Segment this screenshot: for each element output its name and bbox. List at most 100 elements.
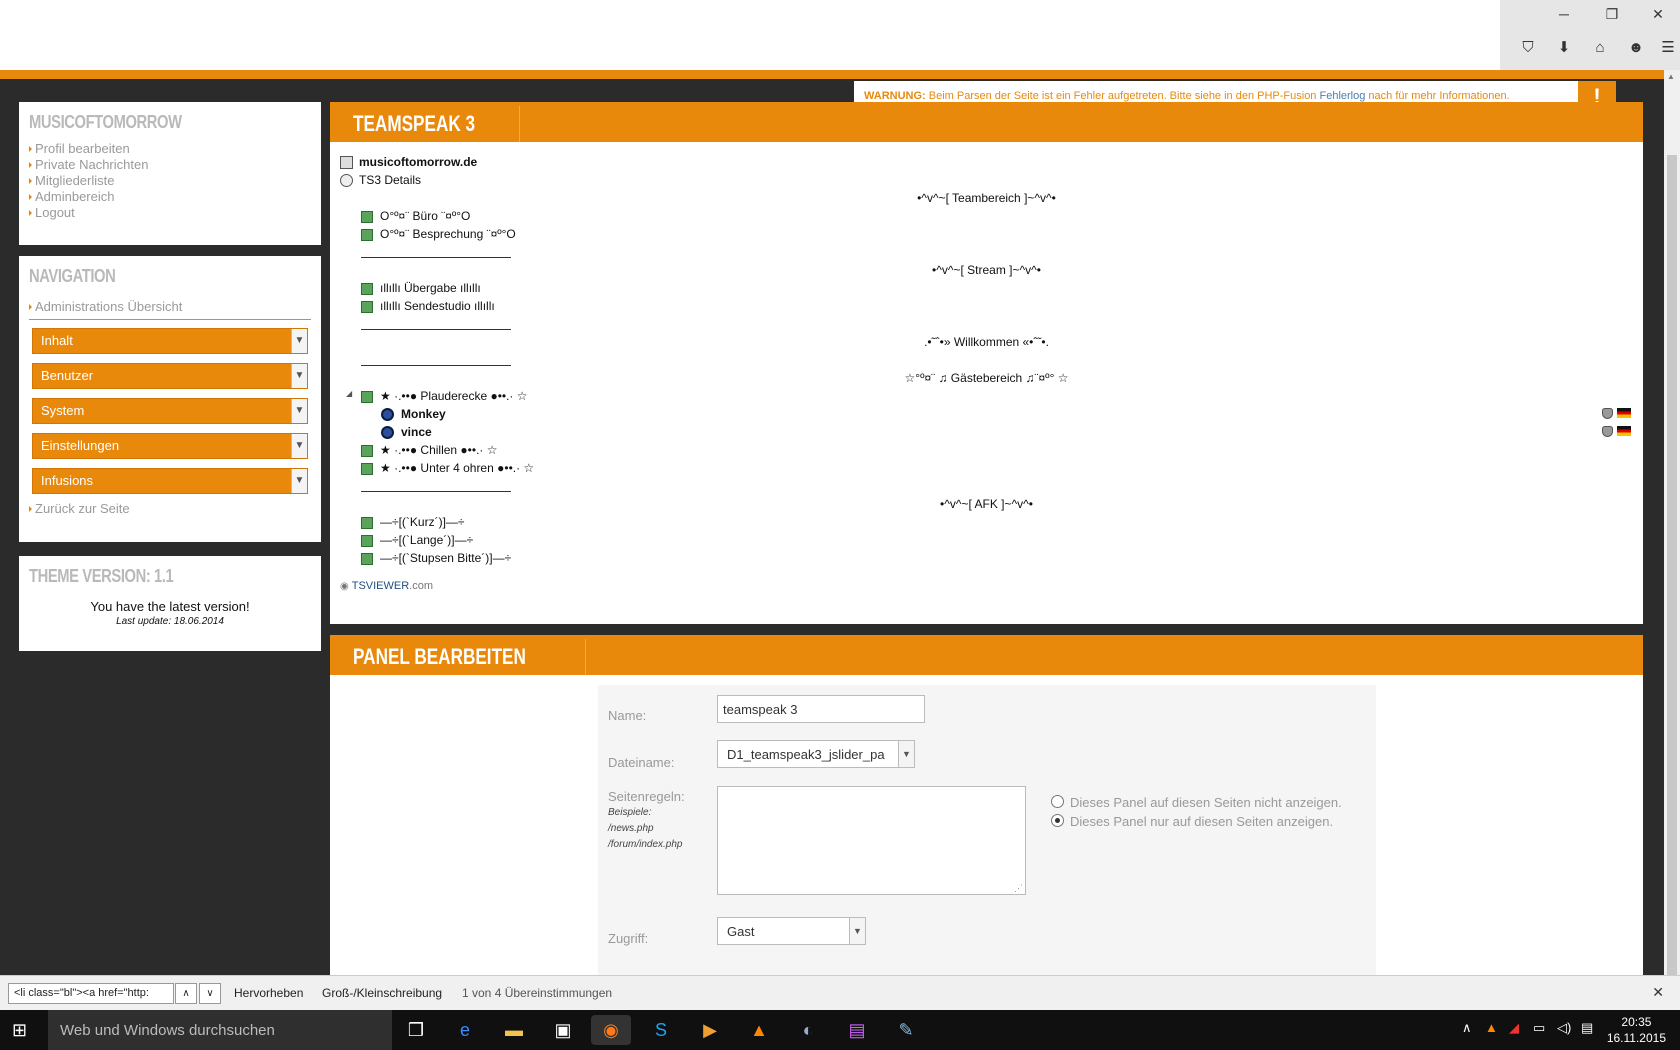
link-profile-edit[interactable]: Profil bearbeiten — [29, 141, 311, 157]
dropdown-inhalt[interactable]: Inhalt ▼ — [32, 328, 308, 354]
channel-icon — [361, 210, 373, 223]
link-admin-overview[interactable]: Administrations Übersicht — [29, 299, 311, 320]
match-count: 1 von 4 Übereinstimmungen — [462, 986, 613, 1000]
chevron-down-icon: ▼ — [291, 364, 307, 388]
link-private-messages[interactable]: Private Nachrichten — [29, 157, 311, 173]
warning-suffix: nach für mehr Informationen. — [1368, 90, 1510, 102]
browser-toolbar-right: ─ ❐ ✕ ⛉ ⬇ ⌂ ☻ ☰ — [1500, 0, 1680, 70]
channel-row[interactable]: O°º¤¨ Büro ¨¤º°O — [361, 209, 470, 223]
tsviewer-logo-icon: ◉ — [340, 581, 349, 592]
channel-row[interactable]: O°º¤¨ Besprechung ¨¤º°O — [361, 227, 516, 241]
scrollbar-thumb[interactable] — [1667, 155, 1677, 975]
link-logout[interactable]: Logout — [29, 205, 311, 221]
dropdown-einstellungen[interactable]: Einstellungen ▼ — [32, 433, 308, 459]
home-icon[interactable]: ⌂ — [1588, 36, 1612, 60]
scroll-up-icon[interactable]: ▲ — [1667, 72, 1675, 81]
collapse-icon[interactable]: ◢ — [346, 389, 352, 398]
link-admin[interactable]: Adminbereich — [29, 189, 311, 205]
tray-network-icon[interactable]: ▭ — [1533, 1020, 1545, 1036]
skype-icon[interactable]: S — [641, 1015, 681, 1045]
channel-icon — [361, 390, 373, 403]
dropdown-infusions[interactable]: Infusions ▼ — [32, 468, 308, 494]
name-label: Name: — [608, 708, 647, 723]
chevron-down-icon: ▼ — [291, 329, 307, 353]
restore-icon[interactable]: ❐ — [1592, 0, 1632, 28]
filename-select[interactable]: D1_teamspeak3_jslider_pa ▼ — [717, 740, 915, 768]
case-toggle[interactable]: Groß-/Kleinschreibung — [322, 986, 442, 1000]
edit-panel-title: PANEL BEARBEITEN — [343, 639, 586, 675]
warning-prefix: WARNUNG: — [864, 90, 926, 102]
dropdown-label: System — [41, 403, 85, 418]
taskbar-search[interactable]: Web und Windows durchsuchen — [48, 1010, 392, 1050]
tray-antivirus-icon[interactable]: ◢ — [1509, 1020, 1519, 1036]
tray-expand-icon[interactable]: ∧ — [1462, 1020, 1472, 1036]
dropdown-label: Infusions — [41, 473, 94, 488]
find-input[interactable]: <li class="bl"><a href="http: — [8, 983, 174, 1004]
dropdown-system[interactable]: System ▼ — [32, 398, 308, 424]
close-find-icon[interactable]: ✕ — [1652, 984, 1664, 1001]
rules-textarea[interactable]: ⋰ — [717, 786, 1026, 895]
taskbar-clock[interactable]: 20:35 16.11.2015 — [1607, 1014, 1666, 1046]
ts-server[interactable]: musicoftomorrow.de — [340, 155, 477, 170]
resize-handle-icon[interactable]: ⋰ — [1014, 883, 1023, 894]
download-icon[interactable]: ⬇ — [1552, 36, 1576, 60]
minimize-icon[interactable]: ─ — [1544, 0, 1584, 28]
chevron-down-icon: ▼ — [291, 434, 307, 458]
vlc-icon[interactable]: ▲ — [739, 1015, 779, 1045]
user-panel: MUSICOFTOMORROW Profil bearbeiten Privat… — [19, 102, 321, 245]
channel-row[interactable]: —÷[(`Stupsen Bitte´)]—÷ — [361, 551, 511, 565]
menu-icon[interactable]: ☰ — [1656, 36, 1680, 60]
link-member-list[interactable]: Mitgliederliste — [29, 173, 311, 189]
channel-row[interactable]: ★ ·.••● Unter 4 ohren ●••.· ☆ — [361, 461, 534, 475]
group-shield-icon — [1602, 426, 1613, 437]
find-next-icon[interactable]: ∨ — [199, 983, 221, 1004]
tray-vlc-icon[interactable]: ▲ — [1485, 1020, 1498, 1035]
user-row[interactable]: Monkey — [381, 407, 446, 422]
channel-icon — [361, 552, 373, 565]
explorer-icon[interactable]: ▬ — [494, 1015, 534, 1045]
app-icon[interactable]: ✎ — [886, 1015, 926, 1045]
spacer-gaestebereich: ☆°º¤¨ ♫ Gästebereich ♫¨¤º° ☆ — [904, 371, 1069, 385]
page-scrollbar[interactable]: ▲ — [1664, 70, 1680, 975]
find-prev-icon[interactable]: ∧ — [175, 983, 197, 1004]
edge-icon[interactable]: e — [445, 1015, 485, 1045]
task-view-icon[interactable]: ❒ — [396, 1015, 436, 1045]
media-player-icon[interactable]: ▶ — [690, 1015, 730, 1045]
channel-icon — [361, 300, 373, 313]
teamspeak-icon[interactable]: ◐ — [788, 1015, 828, 1045]
chevron-down-icon: ▼ — [849, 918, 865, 944]
channel-row[interactable]: ★ ·.••● Plauderecke ●••.· ☆ — [361, 389, 528, 403]
pocket-icon[interactable]: ⛉ — [1516, 36, 1540, 60]
highlight-toggle[interactable]: Hervorheben — [234, 986, 303, 1000]
channel-row[interactable]: —÷[(`Kurz´)]—÷ — [361, 515, 465, 529]
winrar-icon[interactable]: ▤ — [837, 1015, 877, 1045]
edit-panel-header: PANEL BEARBEITEN — [330, 635, 1643, 675]
tray-volume-icon[interactable]: ◁) — [1557, 1020, 1571, 1036]
tray-notifications-icon[interactable]: ▤ — [1581, 1020, 1593, 1036]
channel-row[interactable]: ıllıllı Sendestudio ıllıllı — [361, 299, 495, 313]
spacer-teambereich: •^v^~[ Teambereich ]~^v^• — [917, 191, 1056, 205]
channel-row[interactable]: ıllıllı Übergabe ıllıllı — [361, 281, 481, 295]
channel-row[interactable]: —÷[(`Lange´)]—÷ — [361, 533, 473, 547]
channel-row[interactable]: ★ ·.••● Chillen ●••.· ☆ — [361, 443, 498, 457]
name-input[interactable]: teamspeak 3 — [717, 695, 925, 723]
rules-label: Seitenregeln: — [608, 789, 685, 804]
user-row[interactable]: vince — [381, 425, 432, 440]
hello-icon[interactable]: ☻ — [1624, 36, 1648, 60]
flag-de-icon — [1617, 408, 1631, 418]
channel-icon — [361, 462, 373, 475]
tsviewer-link[interactable]: ◉ TSVIEWER.com — [340, 580, 433, 592]
close-icon[interactable]: ✕ — [1638, 0, 1678, 28]
windows-start-icon[interactable]: ⊞ — [12, 1020, 34, 1042]
firefox-icon[interactable]: ◉ — [591, 1015, 631, 1045]
ts-details[interactable]: TS3 Details — [340, 173, 421, 188]
radio-not-show[interactable] — [1051, 795, 1064, 808]
store-icon[interactable]: ▣ — [543, 1015, 583, 1045]
link-back-to-site[interactable]: Zurück zur Seite — [29, 501, 311, 517]
dropdown-benutzer[interactable]: Benutzer ▼ — [32, 363, 308, 389]
radio-only-show[interactable] — [1051, 814, 1064, 827]
user-panel-title: MUSICOFTOMORROW — [29, 112, 182, 132]
page-content: WARNUNG: Beim Parsen der Seite ist ein F… — [0, 79, 1664, 975]
access-select[interactable]: Gast ▼ — [717, 917, 866, 945]
error-log-link[interactable]: Fehlerlog — [1320, 90, 1366, 102]
